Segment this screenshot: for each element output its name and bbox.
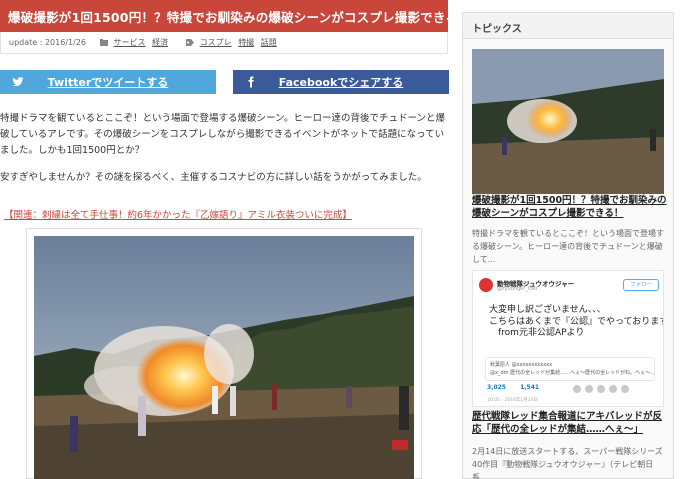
article-title-bar: 爆破撮影が1回1500円！？特撮でお馴染みの爆破シーンがコスプレ撮影できる！ [0,0,471,32]
tag-link-cosplay[interactable]: コスプレ [200,38,232,47]
tag-link-tokusatsu[interactable]: 特撮 [238,38,254,47]
tweet-header: 動物戦隊ジュウオウジャー @zyuohger_toei フォロー [479,278,659,294]
topic-thumbnail-1[interactable] [472,49,664,194]
category-link-economy[interactable]: 経済 [152,38,168,47]
twitter-icon [12,77,24,87]
tweet-date: 10:05 - 2016年1月24日 [487,398,538,403]
topic-title-1[interactable]: 爆破撮影が1回1500円！？特撮でお馴染みの爆破シーンがコスプレ撮影できる！ [472,194,668,220]
article-main: 爆破撮影が1回1500円！？特撮でお馴染みの爆破シーンがコスプレ撮影できる！ u… [0,0,471,479]
tweet-quote-author: 秋葉原人 @xxxxxxxxxxxx [490,362,553,368]
article-meta: update : 2016/1/26 サービス 経済 コスプレ 特撮 話題 [0,32,448,54]
twitter-share-label: Twitterでツイートする [47,76,169,89]
blurred-avatar [585,385,593,393]
tweet-quote: 秋葉原人 @xxxxxxxxxxxx @x_dm 歴代の全レッドが集結……へぇ～… [485,357,655,381]
article-title: 爆破撮影が1回1500円！？特撮でお馴染みの爆破シーンがコスプレ撮影できる！ [8,10,471,25]
article-photo-frame [26,228,422,479]
tweet-like-count: 1,541 [520,384,540,391]
blurred-avatar [573,385,581,393]
tweet-body: 大変申し訳ございません、、、 こちらはあくまで『公認』でやっておりますので、、、… [489,305,664,338]
tweet-stats: 3,025 1,541 [487,384,657,396]
blurred-avatar [609,385,617,393]
tweet-account-handle: @zyuohger_toei [497,286,538,292]
facebook-share-label: Facebookでシェアする [278,76,404,89]
twitter-share-button[interactable]: Twitterでツイートする [0,70,216,94]
tag-list: コスプレ 特撮 話題 [186,37,281,48]
sidebar-heading: トピックス [463,13,673,39]
article-paragraph-1: 特撮ドラマを観ているとここぞ！という場面で登場する爆破シーン。ヒーロー達の背後で… [0,113,445,156]
blurred-avatar [597,385,605,393]
avatar [479,278,493,292]
related-article-link[interactable]: 【関連：刺繍は全て手仕事！約6年かかった『乙嫁語り』アミル衣装ついに完成】 [4,207,352,221]
category-list: サービス 経済 [100,37,172,48]
folder-icon [100,39,108,46]
tag-link-topic[interactable]: 話題 [261,38,277,47]
tweet-retweet-count: 3,025 [487,384,506,391]
follow-button: フォロー [623,279,659,291]
facebook-icon [248,76,254,88]
explosion-cosplay-photo [34,236,414,479]
embedded-tweet-image[interactable]: 動物戦隊ジュウオウジャー @zyuohger_toei フォロー 大変申し訳ござ… [472,270,664,407]
update-date: update : 2016/1/26 [9,38,86,47]
blurred-avatar [621,385,629,393]
topic-desc-2: 2月14日に放送スタートする、スーパー戦隊シリーズ40作目『動物戦隊ジュウオウジ… [472,447,663,479]
article-paragraph-2: 安すぎやしませんか？その謎を探るべく、主催するコスナビの方に詳しい話をうかがって… [0,172,427,183]
sidebar-topics: トピックス 爆破撮影が1回1500円！？特撮でお馴染みの爆破シーンがコスプレ撮影… [462,12,674,479]
topic-desc-1: 特撮ドラマを観ているとここぞ！という場面で登場する爆破シーン。ヒーロー達の背後で… [472,229,664,264]
facebook-share-button[interactable]: Facebookでシェアする [233,70,449,94]
tag-icon [186,39,195,46]
topic-title-2[interactable]: 歴代戦隊レッド集合報道にアキバレッドが反応「歴代の全レッドが集結……へぇ～」 [472,410,668,436]
category-link-service[interactable]: サービス [114,38,146,47]
tweet-quote-text: @x_dm 歴代の全レッドが集結……へぇ～歴代の全レッドがね。へぇ～... [490,370,655,376]
